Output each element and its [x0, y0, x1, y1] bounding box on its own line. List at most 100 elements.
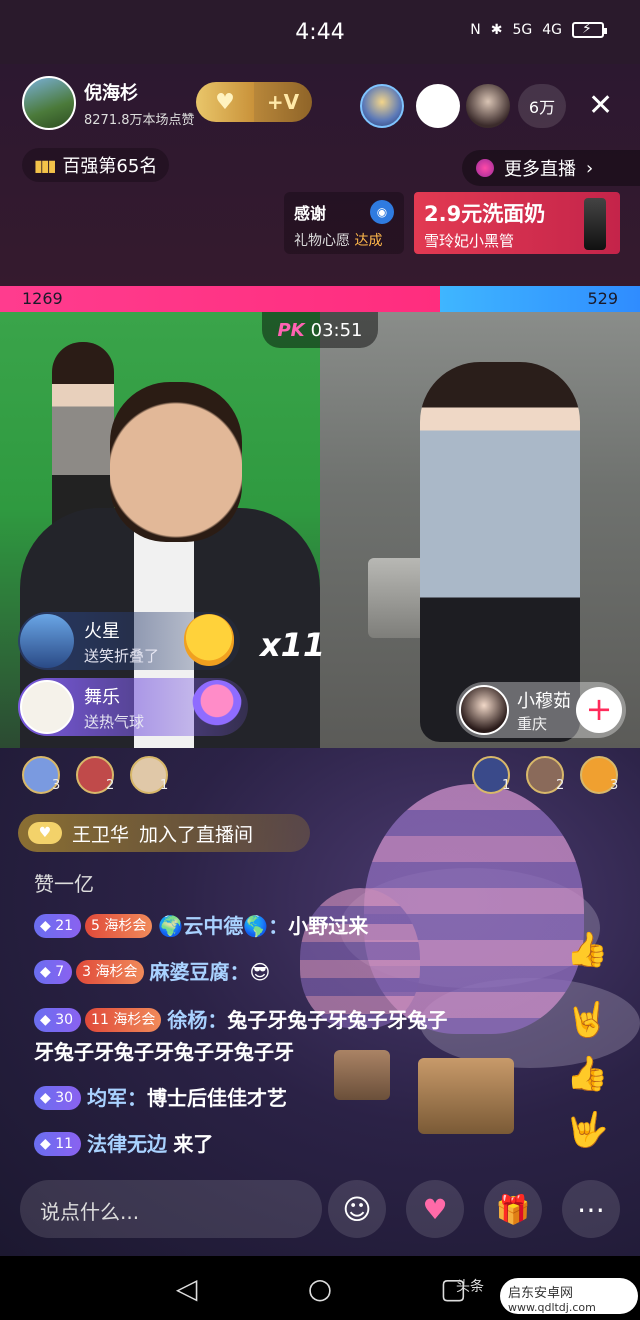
heart-gift-icon[interactable]: ♥	[406, 1180, 464, 1238]
rank-number: 3	[52, 778, 61, 793]
chat-username[interactable]: 麻婆豆腐：	[150, 960, 250, 984]
status-time: 4:44	[295, 19, 345, 45]
wish-badge-icon: ◉	[370, 200, 394, 224]
chat-message[interactable]: ◆ 30 均军：博士后佳佳才艺	[34, 1082, 287, 1114]
emoji-icon[interactable]: ☺	[328, 1180, 386, 1238]
gift-wish-card[interactable]: 感谢 礼物心愿 达成 ◉	[284, 192, 404, 254]
bluetooth-icon: ✱	[490, 22, 503, 38]
chat-message[interactable]: ◆ 11 法律无边 来了	[34, 1128, 213, 1160]
thanks-sub-label: 礼物心愿	[294, 233, 350, 249]
product-image	[584, 198, 606, 250]
rank-number: 2	[106, 778, 115, 793]
user-level-badge: ◆ 21	[34, 914, 82, 938]
pk-score-bar: 1269 529	[0, 286, 640, 312]
signal-4g-icon: 4G	[542, 22, 562, 38]
background-person	[52, 342, 114, 532]
chat-text-continued: 牙兔子牙兔子牙兔子牙兔子牙	[34, 1040, 294, 1064]
host-name: 倪海杉	[84, 82, 138, 104]
follow-button[interactable]: +V	[254, 82, 312, 122]
fan-club-badge: 11 海杉会	[85, 1008, 162, 1032]
back-icon[interactable]: ◁	[169, 1270, 205, 1306]
chevron-right-icon: ›	[586, 157, 594, 179]
more-live-button[interactable]: 更多直播 ›	[462, 150, 640, 186]
like-hand-icon: 👍	[566, 930, 609, 970]
chat-username[interactable]: 徐杨：	[167, 1008, 227, 1032]
chat-message[interactable]: ◆ 73 海杉会 麻婆豆腐：😎	[34, 956, 270, 988]
product-ad-card[interactable]: 2.9元洗面奶 雪玲妃小黑管	[414, 192, 620, 254]
fan-club-badge: 3 海杉会	[76, 960, 144, 984]
like-message: 赞一亿	[34, 872, 94, 896]
fan-club-heart-button[interactable]: ♥	[196, 82, 254, 122]
gift-action: 送笑折叠了	[84, 646, 160, 665]
viewer-avatar[interactable]	[360, 84, 404, 128]
chat-username[interactable]: 均军：	[87, 1086, 147, 1110]
rank-badge[interactable]: ▮▮▮ 百强第65名	[22, 148, 170, 182]
user-level-badge: ◆ 30	[34, 1086, 82, 1110]
pk-timer: PK 03:51	[262, 312, 378, 348]
chat-text: 博士后佳佳才艺	[147, 1086, 288, 1110]
guest-city: 重庆	[517, 714, 548, 733]
user-level-badge: ◆ 7	[34, 960, 73, 984]
pk-logo: PK	[277, 319, 305, 341]
heart-icon: ♥	[215, 89, 235, 115]
viewer-avatar[interactable]	[416, 84, 460, 128]
gifter-name: 火星	[84, 620, 120, 642]
chat-username[interactable]: 法律无边	[87, 1132, 167, 1156]
chat-message[interactable]: ◆ 21 5 海杉会 🌍云中德🌎：小野过来	[34, 910, 368, 942]
fan-heart-icon: ♥	[28, 822, 62, 844]
comment-input[interactable]: 说点什么...	[20, 1180, 322, 1238]
rank-number: 1	[502, 778, 511, 793]
gifter-avatar	[20, 614, 74, 668]
viewer-count[interactable]: 6万	[518, 84, 566, 128]
rank-number: 1	[160, 778, 169, 793]
watermark-label: 头条	[456, 1279, 484, 1295]
battery-icon: ⚡	[572, 21, 607, 38]
viewer-avatar[interactable]	[466, 84, 510, 128]
guest-card[interactable]: 小穆茹 重庆 +	[456, 682, 626, 738]
pk-right-score: 529	[587, 289, 618, 308]
signal-5g-icon: 5G	[512, 22, 533, 38]
more-icon[interactable]: ⋯	[562, 1180, 620, 1238]
host-avatar[interactable]	[22, 76, 76, 130]
live-header: 倪海杉 8271.8万本场点赞 ♥ +V 6万 ✕ ▮▮▮ 百强第65名 更多直…	[0, 64, 640, 286]
gifter-avatar	[20, 680, 74, 734]
user-level-badge: ◆ 30	[34, 1008, 82, 1032]
thanks-status: 达成	[354, 233, 383, 249]
close-icon[interactable]: ✕	[588, 84, 613, 128]
guest-name: 小穆茹	[517, 690, 571, 712]
chat-username[interactable]: 🌍云中德🌎：	[158, 914, 288, 938]
thanks-sub: 礼物心愿 达成	[294, 230, 394, 250]
like-hand-icon: 👍	[566, 1054, 609, 1094]
status-bar: 4:44 N ✱ 5G 4G ⚡	[0, 0, 640, 64]
gift-notice[interactable]: 火星 送笑折叠了	[18, 612, 240, 670]
gifter-name: 舞乐	[84, 686, 120, 708]
status-icons: N ✱ 5G 4G ⚡	[470, 21, 607, 38]
laugh-gift-icon	[184, 614, 234, 666]
join-user[interactable]: 王卫华	[72, 820, 129, 847]
rank-number: 2	[556, 778, 565, 793]
rock-hand-icon: 🤘	[566, 1000, 609, 1040]
live-dot-icon	[476, 159, 494, 177]
gift-icon[interactable]: 🎁	[484, 1180, 542, 1238]
host-face	[110, 382, 242, 542]
site-watermark: 启东安卓网 www.qdltdj.com	[500, 1278, 638, 1314]
home-icon[interactable]: ○	[302, 1270, 338, 1306]
balloon-basket	[418, 1058, 514, 1134]
chat-text: 来了	[173, 1132, 214, 1156]
gift-action: 送热气球	[84, 712, 145, 731]
follow-guest-button[interactable]: +	[576, 687, 622, 733]
guest-avatar[interactable]	[459, 685, 509, 735]
pk-left-bar	[0, 286, 440, 312]
gift-notice[interactable]: 舞乐 送热气球	[18, 678, 248, 736]
gift-count: x11	[260, 626, 326, 664]
pk-timer-value: 03:51	[310, 319, 363, 341]
chat-text: 兔子牙兔子牙兔子牙兔子	[227, 1008, 448, 1032]
pk-left-score: 1269	[22, 289, 63, 308]
nfc-icon: N	[470, 22, 481, 38]
rock-hand-icon: 🤟	[566, 1110, 609, 1150]
balloon-gift-icon	[192, 680, 242, 732]
more-live-label: 更多直播	[504, 159, 576, 180]
ad-title: 2.9元洗面奶	[424, 202, 546, 226]
chat-message[interactable]: ◆ 30 11 海杉会 徐杨：兔子牙兔子牙兔子牙兔子 牙兔子牙兔子牙兔子牙兔子牙	[34, 1004, 534, 1068]
rank-number: 3	[610, 778, 619, 793]
